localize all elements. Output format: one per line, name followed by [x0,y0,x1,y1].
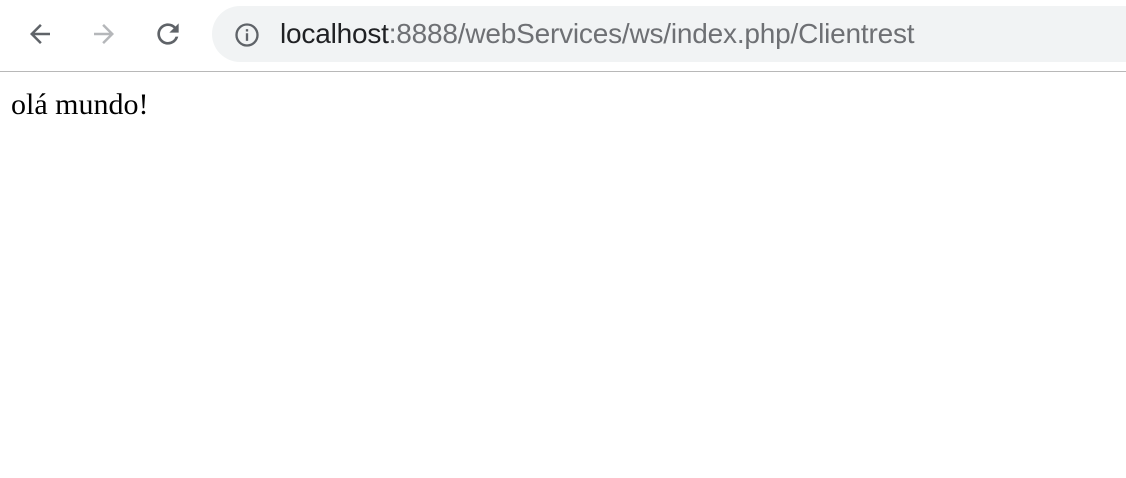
browser-toolbar: localhost:8888/webServices/ws/index.php/… [0,0,1126,72]
url-host: localhost [280,18,389,49]
back-arrow-icon [30,24,50,44]
forward-arrow-icon [94,24,114,44]
forward-button[interactable] [84,14,124,54]
page-content: olá mundo! [0,72,1126,478]
site-info-icon[interactable] [232,20,262,50]
back-button[interactable] [20,14,60,54]
address-bar[interactable]: localhost:8888/webServices/ws/index.php/… [212,6,1126,62]
url-path: :8888/webServices/ws/index.php/Clientres… [388,18,915,49]
reload-button[interactable] [148,14,188,54]
reload-icon [157,23,179,45]
address-bar-url[interactable]: localhost:8888/webServices/ws/index.php/… [280,18,915,49]
body-text: olá mundo! [11,88,149,121]
